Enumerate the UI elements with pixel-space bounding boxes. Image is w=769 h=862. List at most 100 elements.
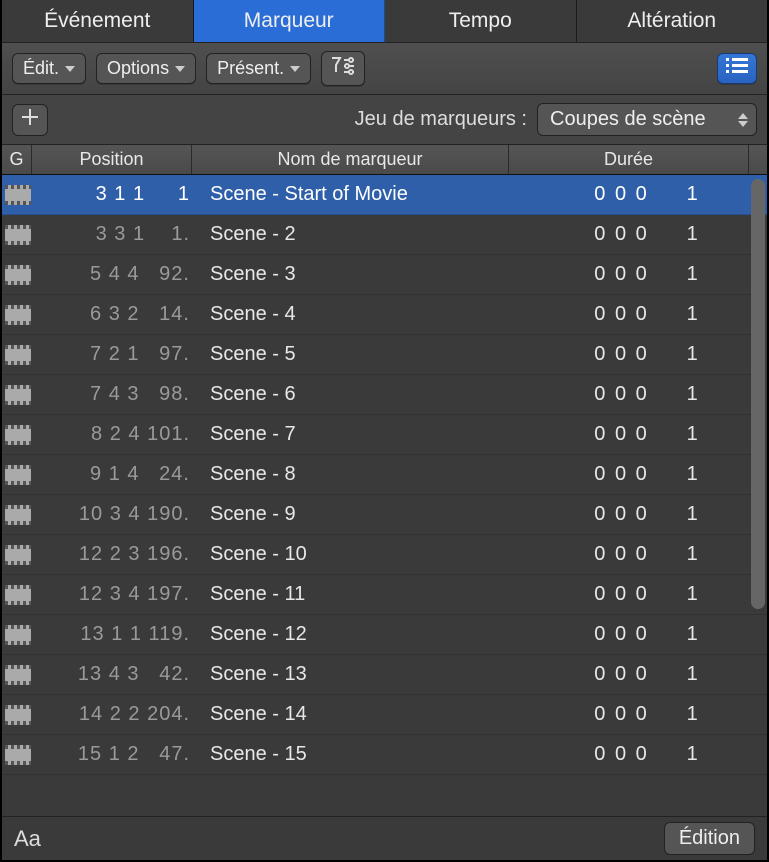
table-row[interactable]: 6 3 2 14.Scene - 40 0 0 1 [2, 295, 767, 335]
cell-position[interactable]: 12 3 4 197. [34, 583, 194, 606]
cell-marker-name[interactable]: Scene - 14 [194, 703, 527, 726]
cell-duration[interactable]: 0 0 0 1 [527, 663, 767, 686]
film-icon [5, 185, 31, 205]
cell-duration[interactable]: 0 0 0 1 [527, 343, 767, 366]
cell-position[interactable]: 12 2 3 196. [34, 543, 194, 566]
cell-duration[interactable]: 0 0 0 1 [527, 303, 767, 326]
film-icon-cell [2, 215, 34, 255]
cell-marker-name[interactable]: Scene - 8 [194, 463, 527, 486]
table-row[interactable]: 9 1 4 24.Scene - 80 0 0 1 [2, 455, 767, 495]
cell-marker-name[interactable]: Scene - 10 [194, 543, 527, 566]
table-row[interactable]: 7 4 3 98.Scene - 60 0 0 1 [2, 375, 767, 415]
present-menu-label: Présent. [217, 58, 284, 79]
table-row[interactable]: 12 3 4 197.Scene - 110 0 0 1 [2, 575, 767, 615]
chevron-down-icon [290, 66, 300, 72]
filter-button[interactable] [321, 51, 365, 86]
cell-marker-name[interactable]: Scene - 7 [194, 423, 527, 446]
cell-duration[interactable]: 0 0 0 1 [527, 223, 767, 246]
add-marker-button[interactable] [12, 104, 48, 136]
cell-duration[interactable]: 0 0 0 1 [527, 543, 767, 566]
plus-icon [21, 108, 39, 131]
film-icon-cell [2, 535, 34, 575]
film-icon-cell [2, 735, 34, 775]
edit-menu-button[interactable]: Édit. [12, 53, 86, 84]
cell-position[interactable]: 10 3 4 190. [34, 503, 194, 526]
table-row[interactable]: 3 1 1 1Scene - Start of Movie0 0 0 1 [2, 175, 767, 215]
edition-label: Édition [679, 827, 740, 849]
cell-duration[interactable]: 0 0 0 1 [527, 583, 767, 606]
marker-set-label: Jeu de marqueurs : [355, 108, 527, 131]
cell-marker-name[interactable]: Scene - 4 [194, 303, 527, 326]
column-header-duration[interactable]: Durée [509, 145, 749, 174]
film-icon-cell [2, 615, 34, 655]
table-row[interactable]: 10 3 4 190.Scene - 90 0 0 1 [2, 495, 767, 535]
cell-position[interactable]: 7 4 3 98. [34, 383, 194, 406]
column-header-name[interactable]: Nom de marqueur [192, 145, 509, 174]
cell-marker-name[interactable]: Scene - 6 [194, 383, 527, 406]
cell-position[interactable]: 8 2 4 101. [34, 423, 194, 446]
cell-position[interactable]: 14 2 2 204. [34, 703, 194, 726]
cell-position[interactable]: 15 1 2 47. [34, 743, 194, 766]
table-row[interactable]: 5 4 4 92.Scene - 30 0 0 1 [2, 255, 767, 295]
cell-marker-name[interactable]: Scene - 5 [194, 343, 527, 366]
list-icon [726, 58, 748, 79]
cell-marker-name[interactable]: Scene - 15 [194, 743, 527, 766]
column-header-g[interactable]: G [2, 145, 32, 174]
cell-duration[interactable]: 0 0 0 1 [527, 383, 767, 406]
cell-marker-name[interactable]: Scene - 13 [194, 663, 527, 686]
cell-duration[interactable]: 0 0 0 1 [527, 423, 767, 446]
tab-evenement[interactable]: Événement [2, 0, 194, 42]
tab-alteration[interactable]: Altération [577, 0, 768, 42]
table-row[interactable]: 14 2 2 204.Scene - 140 0 0 1 [2, 695, 767, 735]
cell-marker-name[interactable]: Scene - 3 [194, 263, 527, 286]
present-menu-button[interactable]: Présent. [206, 53, 311, 84]
cell-position[interactable]: 3 1 1 1 [34, 183, 194, 206]
table-row[interactable]: 15 1 2 47.Scene - 150 0 0 1 [2, 735, 767, 775]
list-view-button[interactable] [717, 53, 757, 84]
tab-label: Événement [44, 9, 150, 33]
cell-position[interactable]: 5 4 4 92. [34, 263, 194, 286]
cell-position[interactable]: 3 3 1 1. [34, 223, 194, 246]
marker-set-value: Coupes de scène [550, 108, 706, 130]
film-icon [5, 425, 31, 445]
film-icon [5, 305, 31, 325]
marker-set-select[interactable]: Coupes de scène [537, 103, 757, 136]
edition-button[interactable]: Édition [664, 822, 755, 855]
cell-position[interactable]: 9 1 4 24. [34, 463, 194, 486]
cell-marker-name[interactable]: Scene - 12 [194, 623, 527, 646]
film-icon [5, 265, 31, 285]
table-row[interactable]: 13 4 3 42.Scene - 130 0 0 1 [2, 655, 767, 695]
cell-duration[interactable]: 0 0 0 1 [527, 263, 767, 286]
table-row[interactable]: 12 2 3 196.Scene - 100 0 0 1 [2, 535, 767, 575]
cell-marker-name[interactable]: Scene - 9 [194, 503, 527, 526]
film-icon-cell [2, 695, 34, 735]
font-style-button[interactable]: Aa [14, 826, 41, 852]
cell-position[interactable]: 6 3 2 14. [34, 303, 194, 326]
cell-marker-name[interactable]: Scene - 2 [194, 223, 527, 246]
cell-duration[interactable]: 0 0 0 1 [527, 703, 767, 726]
cell-duration[interactable]: 0 0 0 1 [527, 743, 767, 766]
table-row[interactable]: 13 1 1 119.Scene - 120 0 0 1 [2, 615, 767, 655]
cell-position[interactable]: 13 1 1 119. [34, 623, 194, 646]
film-icon-cell [2, 295, 34, 335]
cell-duration[interactable]: 0 0 0 1 [527, 183, 767, 206]
column-header-position[interactable]: Position [32, 145, 192, 174]
cell-position[interactable]: 13 4 3 42. [34, 663, 194, 686]
cell-duration[interactable]: 0 0 0 1 [527, 623, 767, 646]
film-icon [5, 705, 31, 725]
cell-duration[interactable]: 0 0 0 1 [527, 463, 767, 486]
cell-duration[interactable]: 0 0 0 1 [527, 503, 767, 526]
cell-marker-name[interactable]: Scene - 11 [194, 583, 527, 606]
toolbar: Édit. Options Présent. [2, 42, 767, 95]
tab-tempo[interactable]: Tempo [385, 0, 577, 42]
film-icon [5, 625, 31, 645]
vertical-scrollbar[interactable] [751, 179, 765, 609]
cell-position[interactable]: 7 2 1 97. [34, 343, 194, 366]
options-menu-button[interactable]: Options [96, 53, 196, 84]
table-row[interactable]: 8 2 4 101.Scene - 70 0 0 1 [2, 415, 767, 455]
table-row[interactable]: 3 3 1 1.Scene - 20 0 0 1 [2, 215, 767, 255]
cell-marker-name[interactable]: Scene - Start of Movie [194, 183, 527, 206]
film-icon [5, 505, 31, 525]
table-row[interactable]: 7 2 1 97.Scene - 50 0 0 1 [2, 335, 767, 375]
tab-marqueur[interactable]: Marqueur [194, 0, 386, 42]
